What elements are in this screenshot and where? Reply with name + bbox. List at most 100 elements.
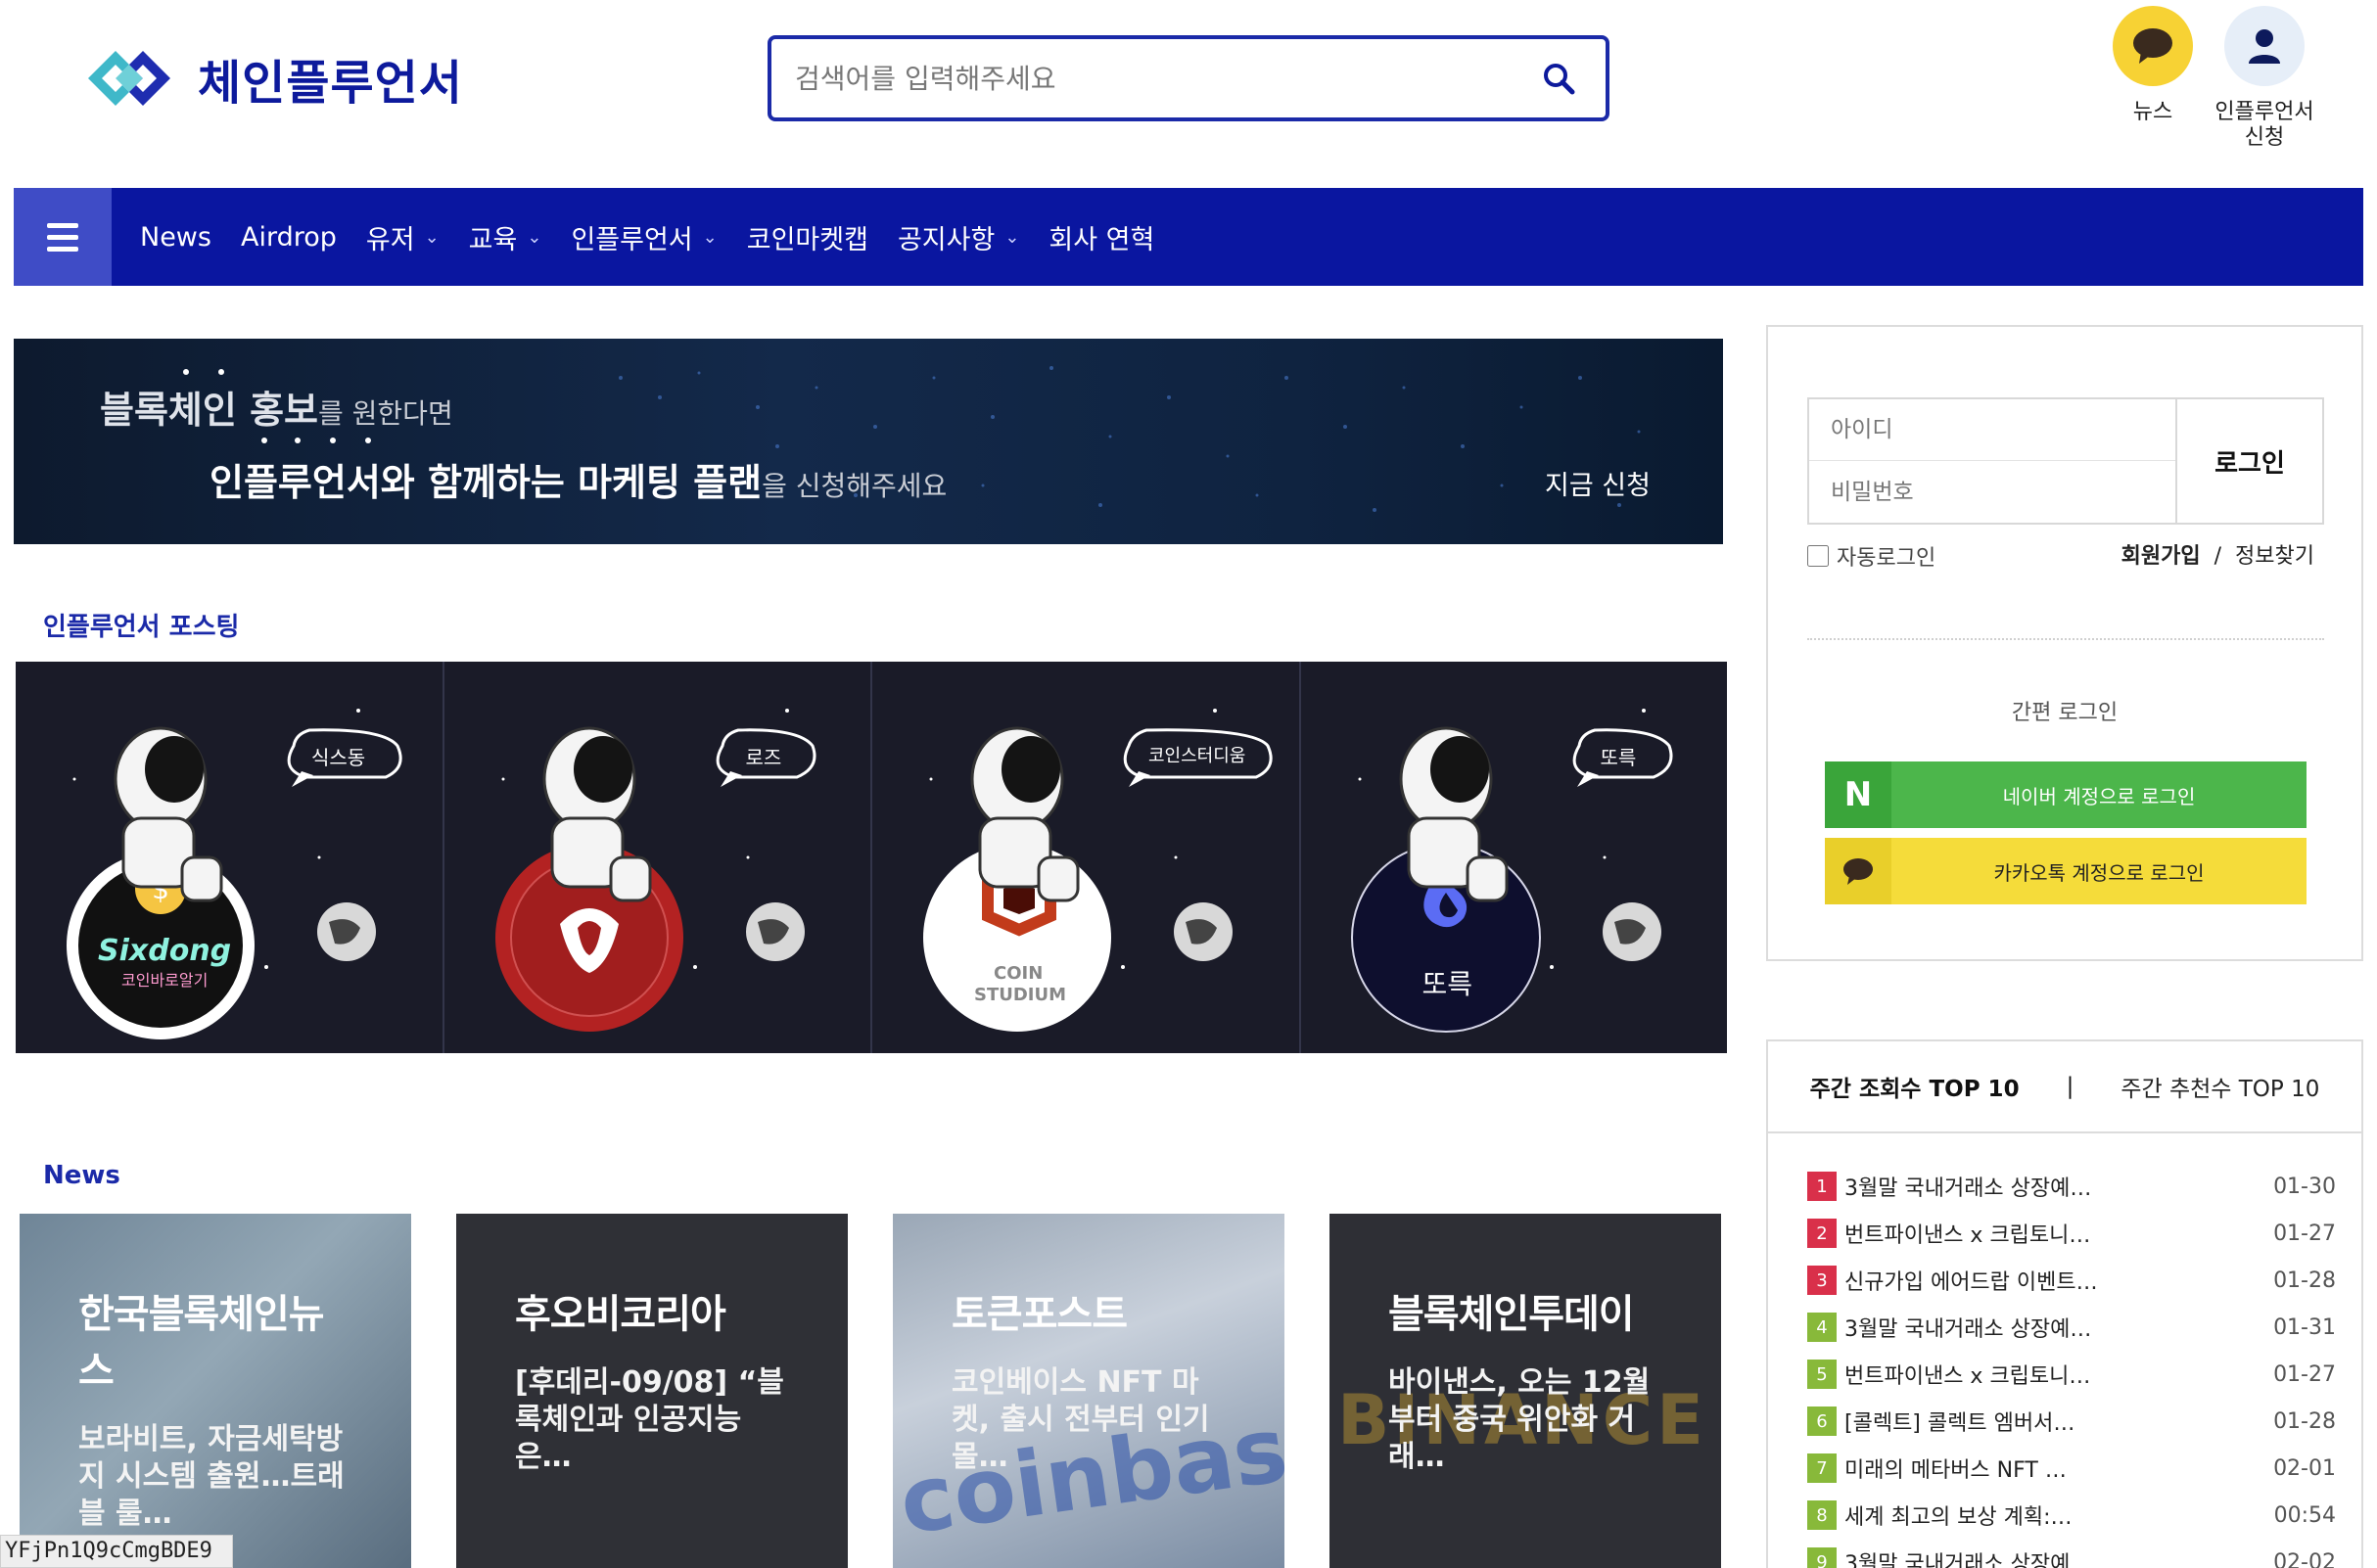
menu-toggle-button[interactable] bbox=[14, 188, 112, 286]
banner-headline-1: 블록체인 홍보를 원한다면 bbox=[100, 380, 453, 434]
rank-title: 3월말 국내거래소 상장예… bbox=[1844, 1176, 2092, 1201]
user-icon bbox=[2224, 6, 2305, 86]
naver-icon: N bbox=[1825, 761, 1891, 828]
ranking-row[interactable]: 9 3월말 국내거래소 상장예… 02-02 bbox=[1807, 1539, 2336, 1568]
influencer-apply-shortcut[interactable]: 인플루언서 신청 bbox=[2211, 6, 2318, 151]
rank-date: 01-27 bbox=[2273, 1361, 2336, 1387]
news-card[interactable]: coinbase 토큰포스트 코인베이스 NFT 마켓, 출시 전부터 인기 몰… bbox=[893, 1214, 1284, 1568]
ranking-row[interactable]: 7 미래의 메타버스 NFT … 02-01 bbox=[1807, 1445, 2336, 1492]
auto-login-label: 자동로그인 bbox=[1837, 546, 1936, 571]
apply-label-line2: 신청 bbox=[2244, 125, 2285, 150]
hamburger-icon-bar bbox=[47, 234, 78, 240]
kakao-login-button[interactable]: 카카오톡 계정으로 로그인 bbox=[1825, 838, 2307, 904]
search-input[interactable] bbox=[795, 62, 1535, 95]
ranking-row[interactable]: 1 3월말 국내거래소 상장예… 01-30 bbox=[1807, 1163, 2336, 1210]
nav-item-education[interactable]: 교육 ⌄ bbox=[454, 218, 557, 256]
site-logo[interactable]: 체인플루언서 bbox=[78, 37, 463, 119]
news-card-title: 코인베이스 NFT 마켓, 출시 전부터 인기 몰… bbox=[952, 1365, 1210, 1474]
search-button[interactable] bbox=[1535, 55, 1582, 102]
astronaut-illustration bbox=[923, 709, 1273, 1032]
easy-login-title: 간편 로그인 bbox=[2011, 701, 2119, 725]
nav-item-influencer[interactable]: 인플루언서 ⌄ bbox=[556, 218, 731, 256]
ranking-row[interactable]: 2 번트파이낸스 x 크립토니… 01-27 bbox=[1807, 1210, 2336, 1257]
rank-title: 번트파이낸스 x 크립토니… bbox=[1844, 1223, 2091, 1248]
banner-apply-link[interactable]: 지금 신청 bbox=[1545, 464, 1651, 502]
banner-headline-2-bold: 인플루언서와 함께하는 마케팅 플랜 bbox=[210, 461, 763, 504]
influencer-section-title[interactable]: 인플루언서 포스팅 bbox=[43, 607, 239, 643]
tab-weekly-recommend[interactable]: 주간 추천수 TOP 10 bbox=[2121, 1070, 2319, 1103]
nav-item-users[interactable]: 유저 ⌄ bbox=[351, 218, 454, 256]
rank-badge: 3 bbox=[1807, 1266, 1837, 1295]
ranking-row[interactable]: 3 신규가입 에어드랍 이벤트… 01-28 bbox=[1807, 1257, 2336, 1304]
rank-title: 신규가입 에어드랍 이벤트… bbox=[1844, 1270, 2098, 1295]
find-info-link[interactable]: 정보찾기 bbox=[2235, 544, 2314, 569]
url-status-tooltip: YFjPn1Q9cCmgBDE9 bbox=[0, 1535, 233, 1568]
logo-text: 체인플루언서 bbox=[198, 56, 463, 111]
rank-title: 번트파이낸스 x 크립토니… bbox=[1844, 1364, 2091, 1389]
planet-sublabel: 코인바로알기 bbox=[121, 971, 209, 990]
divider bbox=[1807, 638, 2324, 640]
rank-title: [콜렉트] 콜렉트 엠버서… bbox=[1844, 1411, 2075, 1436]
news-section-title[interactable]: News bbox=[43, 1161, 120, 1190]
news-card[interactable]: 후오비코리아 [후데리-09/08] “블록체인과 인공지능은… bbox=[456, 1214, 848, 1568]
influencer-card-rose[interactable]: 로즈 bbox=[444, 662, 872, 1053]
news-card[interactable]: 한국블록체인뉴스 보라비트, 자금세탁방지 시스템 출원…트래블 룰… bbox=[20, 1214, 411, 1568]
site-header: 체인플루언서 뉴스 인플루언서 신청 bbox=[0, 0, 2377, 186]
nav-label: 코인마켓캡 bbox=[746, 224, 868, 255]
world-map-decoration bbox=[183, 366, 1641, 512]
nav-item-notice[interactable]: 공지사항 ⌄ bbox=[883, 218, 1034, 256]
chevron-down-icon: ⌄ bbox=[702, 226, 718, 248]
news-card-list: 한국블록체인뉴스 보라비트, 자금세탁방지 시스템 출원…트래블 룰… 후오비코… bbox=[20, 1214, 1723, 1568]
rank-title: 미래의 메타버스 NFT … bbox=[1844, 1458, 2067, 1483]
news-shortcut[interactable]: 뉴스 bbox=[2099, 6, 2207, 125]
nav-item-airdrop[interactable]: Airdrop bbox=[226, 222, 351, 253]
bubble-label: 로즈 bbox=[745, 746, 782, 769]
logo-icon bbox=[88, 51, 170, 106]
login-panel: 로그인 자동로그인 회원가입 / 정보찾기 간편 로그인 N 네이버 계정으로 로그… bbox=[1766, 325, 2363, 961]
rank-date: 01-31 bbox=[2273, 1314, 2336, 1340]
auto-login-checkbox[interactable] bbox=[1807, 545, 1829, 567]
rank-badge: 2 bbox=[1807, 1219, 1837, 1248]
ranking-row[interactable]: 8 세계 최고의 보상 계획:… 00:54 bbox=[1807, 1492, 2336, 1539]
planet-sublabel: STUDIUM bbox=[974, 985, 1067, 1005]
ranking-row[interactable]: 4 3월말 국내거래소 상장예… 01-31 bbox=[1807, 1304, 2336, 1351]
naver-login-button[interactable]: N 네이버 계정으로 로그인 bbox=[1825, 761, 2307, 828]
login-button[interactable]: 로그인 bbox=[2175, 399, 2322, 523]
planet-label: COIN bbox=[994, 963, 1044, 984]
news-shortcut-label: 뉴스 bbox=[2132, 100, 2173, 124]
naver-login-label: 네이버 계정으로 로그인 bbox=[2002, 784, 2196, 808]
banner-headline-1-bold: 블록체인 홍보 bbox=[100, 389, 318, 432]
astronaut-illustration bbox=[494, 709, 816, 1032]
tab-separator: | bbox=[2066, 1074, 2074, 1099]
rank-date: 02-02 bbox=[2273, 1549, 2336, 1568]
ranking-row[interactable]: 6 [콜렉트] 콜렉트 엠버서… 01-28 bbox=[1807, 1398, 2336, 1445]
nav-item-history[interactable]: 회사 연혁 bbox=[1034, 218, 1169, 256]
rank-date: 01-30 bbox=[2273, 1174, 2336, 1199]
account-links: 회원가입 / 정보찾기 bbox=[2121, 538, 2314, 570]
influencer-card-coinstudium[interactable]: 코인스터디움 COIN STUDIUM bbox=[872, 662, 1301, 1053]
news-card-source: 한국블록체인뉴스 bbox=[78, 1292, 325, 1394]
banner-headline-2-rest: 을 신청해주세요 bbox=[762, 470, 948, 502]
influencer-card-ttoreuk[interactable]: 또륵 또륵 bbox=[1301, 662, 1728, 1053]
influencer-card-sixdong[interactable]: $ 식스동 Sixdong 코인바로알기 bbox=[16, 662, 444, 1053]
nav-item-news[interactable]: News bbox=[125, 222, 226, 253]
signup-link[interactable]: 회원가입 bbox=[2121, 544, 2201, 569]
news-card-title: 보라비트, 자금세탁방지 시스템 출원…트래블 룰… bbox=[78, 1422, 345, 1531]
search-icon bbox=[1544, 64, 1575, 95]
news-card-source: 블록체인투데이 bbox=[1388, 1292, 1635, 1337]
auto-login-option[interactable]: 자동로그인 bbox=[1807, 540, 1935, 572]
nav-item-coinmarketcap[interactable]: 코인마켓캡 bbox=[732, 218, 883, 256]
promo-banner[interactable]: 블록체인 홍보를 원한다면 인플루언서와 함께하는 마케팅 플랜을 신청해주세요… bbox=[14, 339, 1723, 544]
hamburger-icon-bar bbox=[47, 246, 78, 252]
username-input[interactable] bbox=[1809, 399, 2175, 462]
rank-date: 02-01 bbox=[2273, 1455, 2336, 1481]
ranking-row[interactable]: 5 번트파이낸스 x 크립토니… 01-27 bbox=[1807, 1351, 2336, 1398]
nav-label: 공지사항 bbox=[897, 224, 996, 255]
banner-headline-2: 인플루언서와 함께하는 마케팅 플랜을 신청해주세요 bbox=[210, 452, 947, 506]
news-card[interactable]: BINANCE 블록체인투데이 바이낸스, 오는 12월부터 중국 위안화 거래… bbox=[1329, 1214, 1721, 1568]
rank-badge: 6 bbox=[1807, 1407, 1837, 1436]
kakao-bubble-icon bbox=[2113, 6, 2193, 86]
tab-weekly-views[interactable]: 주간 조회수 TOP 10 bbox=[1810, 1070, 2020, 1103]
influencer-apply-label: 인플루언서 신청 bbox=[2211, 100, 2318, 151]
password-input[interactable] bbox=[1809, 461, 2175, 523]
